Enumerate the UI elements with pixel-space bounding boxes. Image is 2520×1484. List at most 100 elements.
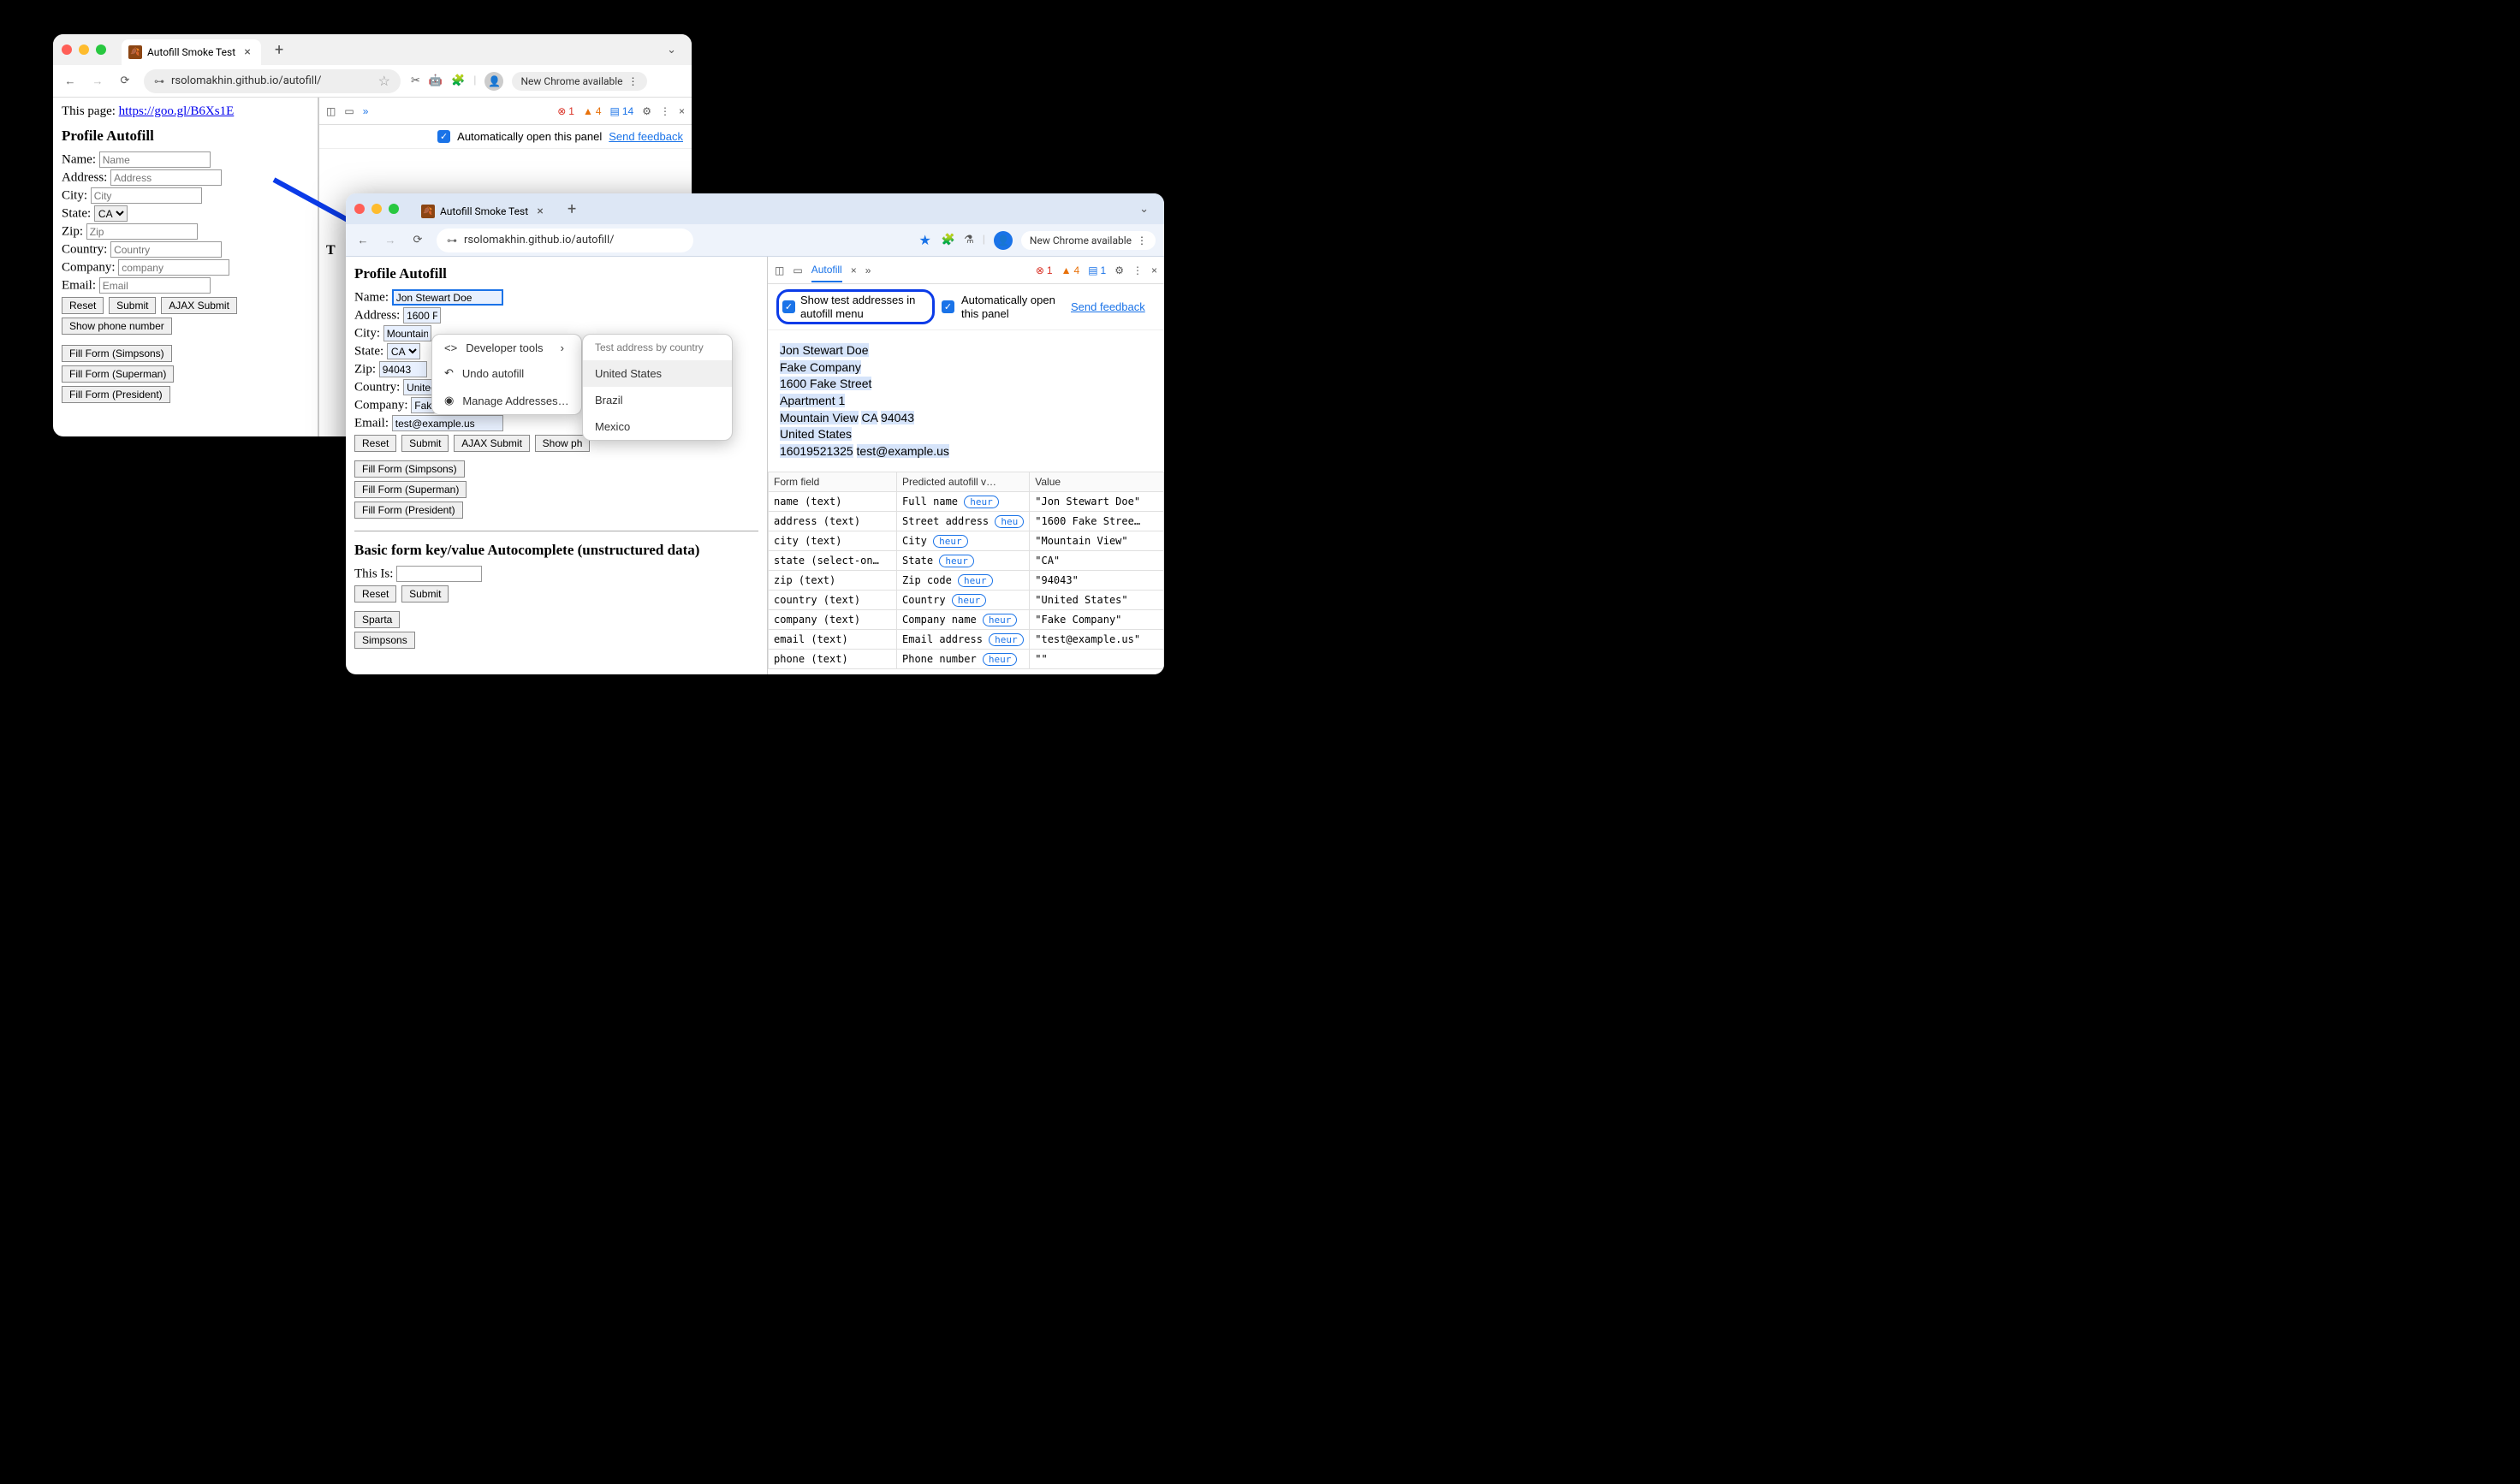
address-field[interactable] [110, 169, 222, 186]
table-row[interactable]: name (text)Full name heur"Jon Stewart Do… [769, 492, 1164, 512]
name-field[interactable] [392, 289, 503, 306]
show-test-addresses-checkbox[interactable]: ✓ [782, 300, 795, 313]
developer-tools-item[interactable]: <> Developer tools › [432, 335, 581, 362]
close-window-button[interactable] [62, 45, 72, 55]
extensions-icon[interactable]: 🧩 [942, 234, 955, 246]
warning-badge[interactable]: ▲ 4 [583, 105, 602, 117]
reload-button[interactable]: ⟳ [116, 73, 134, 90]
inspect-icon[interactable]: ◫ [775, 264, 784, 276]
fill-superman-button[interactable]: Fill Form (Superman) [354, 481, 467, 498]
close-tab-button[interactable]: × [533, 205, 547, 218]
extensions-icon[interactable]: 🧩 [451, 74, 465, 87]
fill-simpsons-button[interactable]: Fill Form (Simpsons) [354, 460, 465, 478]
reset-button[interactable]: Reset [62, 297, 104, 314]
table-row[interactable]: company (text)Company name heur"Fake Com… [769, 610, 1164, 630]
forward-button[interactable]: → [382, 232, 399, 249]
maximize-window-button[interactable] [389, 204, 399, 214]
close-tab-button[interactable]: × [241, 45, 254, 59]
reload-button[interactable]: ⟳ [409, 232, 426, 249]
messages-badge[interactable]: ▤ 14 [610, 105, 634, 117]
forward-button[interactable]: → [89, 73, 106, 90]
window-menu-button[interactable]: ⌄ [1132, 203, 1156, 216]
fill-simpsons-button[interactable]: Fill Form (Simpsons) [62, 345, 172, 362]
more-tabs-icon[interactable]: » [865, 264, 871, 276]
more-tabs-icon[interactable]: » [363, 105, 369, 117]
close-window-button[interactable] [354, 204, 365, 214]
table-row[interactable]: city (text)City heur"Mountain View" [769, 531, 1164, 551]
city-field[interactable] [383, 325, 431, 341]
table-row[interactable]: phone (text)Phone number heur"" [769, 650, 1164, 669]
autofill-tab[interactable]: Autofill [811, 264, 842, 282]
profile-avatar[interactable]: 👤 [994, 231, 1013, 250]
window-menu-button[interactable]: ⌄ [660, 44, 683, 56]
profile-avatar[interactable]: 👤 [484, 72, 503, 91]
close-devtools-button[interactable]: × [1151, 264, 1157, 276]
minimize-window-button[interactable] [79, 45, 89, 55]
state-select[interactable]: CA [94, 205, 128, 222]
submit-button[interactable]: Submit [401, 435, 449, 452]
device-icon[interactable]: ▭ [344, 105, 354, 117]
ajax-submit-button[interactable]: AJAX Submit [454, 435, 530, 452]
simpsons-button[interactable]: Simpsons [354, 632, 415, 649]
update-chrome-chip[interactable]: New Chrome available ⋮ [512, 72, 646, 91]
th-value[interactable]: Value [1030, 472, 1164, 492]
minimize-window-button[interactable] [371, 204, 382, 214]
this-is-field[interactable] [396, 566, 482, 582]
show-phone-button[interactable]: Show ph [535, 435, 591, 452]
reset-button[interactable]: Reset [354, 435, 396, 452]
table-row[interactable]: country (text)Country heur"United States… [769, 591, 1164, 610]
warning-badge[interactable]: ▲ 4 [1061, 264, 1080, 276]
state-select[interactable]: CA [387, 343, 420, 359]
maximize-window-button[interactable] [96, 45, 106, 55]
settings-icon[interactable]: ⚙ [1114, 264, 1124, 276]
new-tab-button[interactable]: + [561, 200, 583, 218]
manage-addresses-item[interactable]: ◉ Manage Addresses… [432, 387, 581, 414]
table-row[interactable]: address (text)Street address heu"1600 Fa… [769, 512, 1164, 531]
kebab-icon[interactable]: ⋮ [660, 105, 670, 117]
fill-president-button[interactable]: Fill Form (President) [354, 502, 463, 519]
country-item-mexico[interactable]: Mexico [583, 413, 732, 440]
device-icon[interactable]: ▭ [793, 264, 802, 276]
fill-superman-button[interactable]: Fill Form (Superman) [62, 365, 174, 383]
back-button[interactable]: ← [62, 73, 79, 90]
site-settings-icon[interactable]: ⊶ [447, 234, 457, 246]
table-row[interactable]: zip (text)Zip code heur"94043" [769, 571, 1164, 591]
email-field[interactable] [392, 415, 503, 431]
fill-president-button[interactable]: Fill Form (President) [62, 386, 170, 403]
zip-field[interactable] [379, 361, 427, 377]
auto-open-checkbox[interactable]: ✓ [437, 130, 450, 143]
th-form-field[interactable]: Form field [769, 472, 897, 492]
new-tab-button[interactable]: + [268, 41, 290, 59]
back-button[interactable]: ← [354, 232, 371, 249]
reset-button-2[interactable]: Reset [354, 585, 396, 603]
close-tab-icon[interactable]: × [851, 264, 857, 276]
kebab-icon[interactable]: ⋮ [1132, 264, 1143, 276]
browser-tab[interactable]: 🍂 Autofill Smoke Test × [122, 39, 261, 65]
city-field[interactable] [91, 187, 202, 204]
sparta-button[interactable]: Sparta [354, 611, 400, 628]
send-feedback-link[interactable]: Send feedback [1071, 300, 1145, 313]
name-field[interactable] [99, 151, 211, 168]
show-phone-button[interactable]: Show phone number [62, 318, 172, 335]
country-item-brazil[interactable]: Brazil [583, 387, 732, 413]
auto-open-checkbox[interactable]: ✓ [942, 300, 954, 313]
error-badge[interactable]: ⊗ 1 [1036, 264, 1053, 276]
country-field[interactable] [110, 241, 222, 258]
submit-button[interactable]: Submit [109, 297, 156, 314]
address-bar[interactable]: ⊶ rsolomakhin.github.io/autofill/ [437, 229, 693, 252]
table-row[interactable]: state (select-on…State heur"CA" [769, 551, 1164, 571]
close-devtools-button[interactable]: × [679, 105, 685, 117]
settings-icon[interactable]: ⚙ [642, 105, 651, 117]
bookmark-star-icon[interactable]: ★ [919, 232, 931, 248]
zip-field[interactable] [86, 223, 198, 240]
error-badge[interactable]: ⊗ 1 [557, 105, 574, 117]
company-field[interactable] [118, 259, 229, 276]
submit-button-2[interactable]: Submit [401, 585, 449, 603]
robot-icon[interactable]: 🤖 [429, 74, 443, 87]
page-link[interactable]: https://goo.gl/B6Xs1E [119, 104, 235, 118]
th-predicted[interactable]: Predicted autofill v… [897, 472, 1030, 492]
site-settings-icon[interactable]: ⊶ [154, 75, 164, 87]
update-chrome-chip[interactable]: New Chrome available ⋮ [1021, 231, 1156, 250]
messages-badge[interactable]: ▤ 1 [1088, 264, 1106, 276]
scissors-icon[interactable]: ✂ [411, 74, 420, 87]
